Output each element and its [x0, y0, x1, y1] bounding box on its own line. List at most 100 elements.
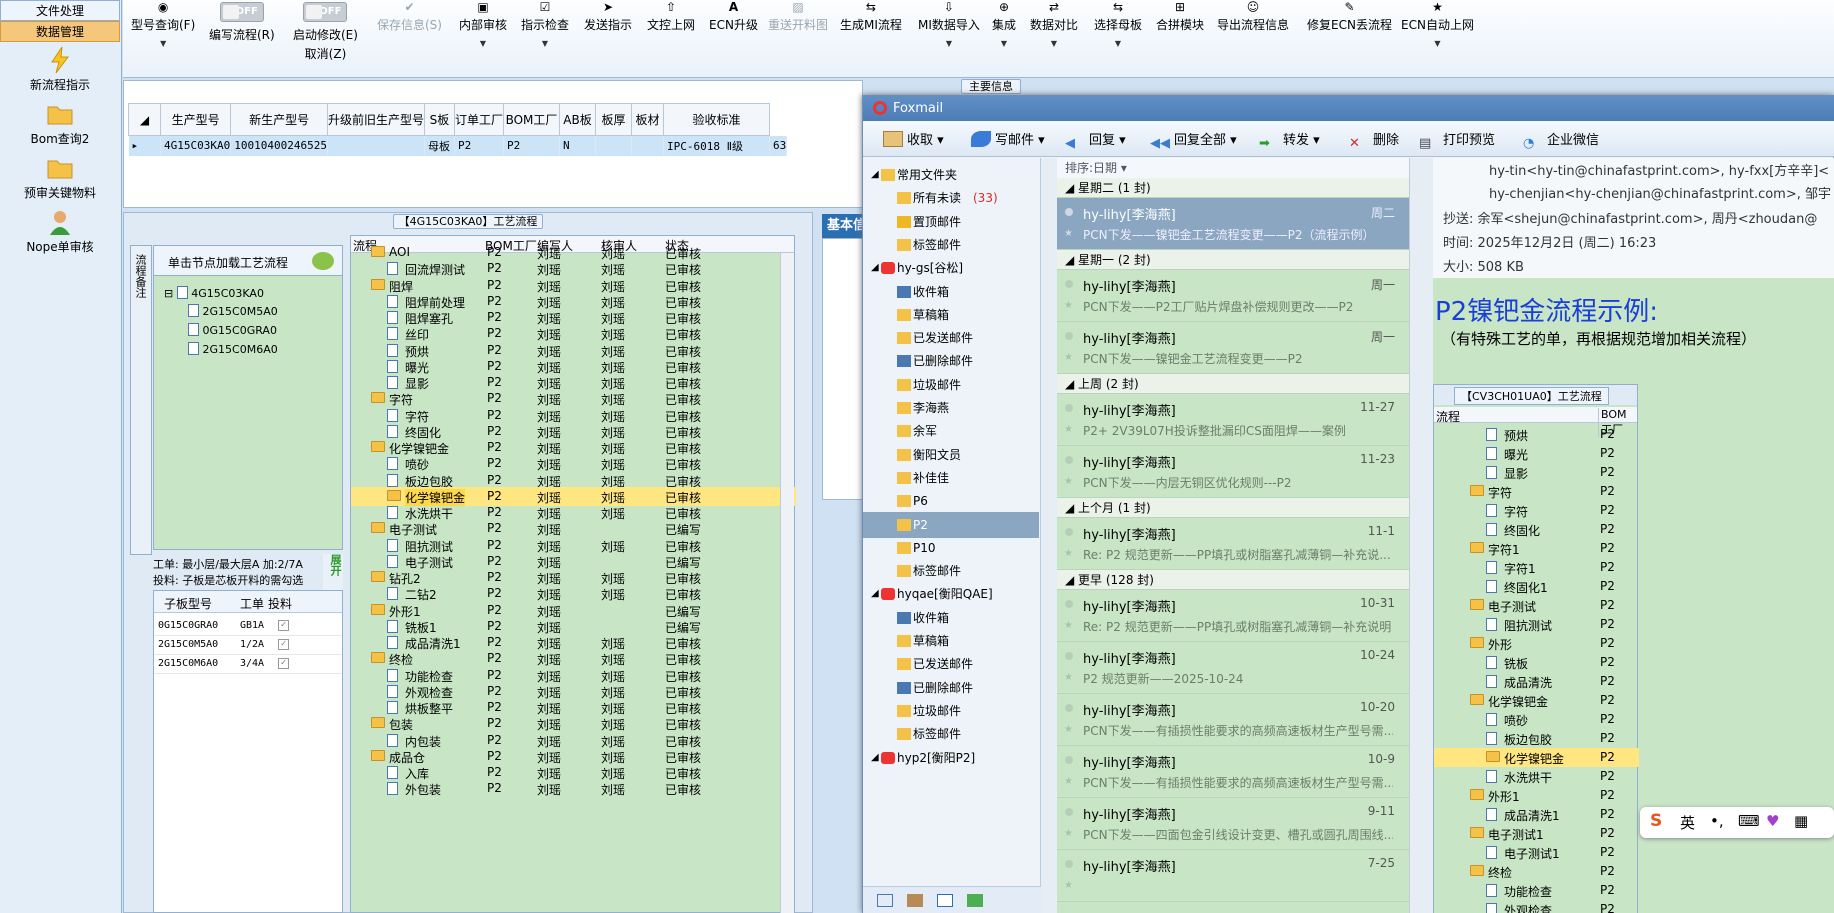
folder-item[interactable]: 补佳佳 — [863, 465, 1039, 491]
mail-view-icon[interactable] — [877, 894, 893, 907]
file-menu-header[interactable]: 文件处理 — [0, 0, 120, 21]
table-row[interactable]: 外包装 P2 刘瑶 刘瑶 已审核 — [351, 779, 796, 798]
mail-item[interactable]: ★ hy-lihy[李海燕] PCN下发——镍钯金工艺流程变更——P2（流程示例） 周… — [1057, 198, 1409, 250]
folder-item[interactable]: P6 — [863, 488, 1039, 514]
data-compare-button[interactable]: ⇄ 数据对比 ▼ — [1030, 0, 1078, 64]
check-instruction-button[interactable]: ☑ 指示检查 ▼ — [521, 0, 569, 64]
folder-item[interactable]: 衡阳文员 — [863, 442, 1039, 468]
folder-item[interactable]: 收件箱 — [863, 605, 1039, 631]
chat-icon[interactable] — [312, 252, 334, 270]
flag-star-icon[interactable]: ★ — [1064, 620, 1073, 631]
mail-item[interactable]: ★ hy-lihy[李海燕] PCN下发——有插损性能要求的高频高速板材生产型号需.… — [1057, 694, 1409, 746]
table-row[interactable]: ▸ 4G15C03KA0 10010400246525 母板 P2 P2 N IPC-601… — [128, 135, 788, 156]
folder-item[interactable]: 草稿箱 — [863, 628, 1039, 654]
ime-keyboard-icon[interactable]: ⌨ — [1738, 812, 1760, 830]
flag-star-icon[interactable]: ★ — [1064, 724, 1073, 735]
folder-item[interactable]: P2 — [863, 511, 1039, 538]
expand-arrow-icon[interactable]: ◢ — [871, 745, 879, 771]
nav-item-nope-review[interactable]: Nope单审核 — [0, 204, 120, 258]
flag-star-icon[interactable]: ★ — [1064, 352, 1073, 363]
column-header[interactable]: 子板型号 — [164, 595, 212, 612]
column-header[interactable]: 板材 — [630, 103, 664, 136]
ime-punct-icon[interactable]: •, — [1710, 812, 1724, 830]
column-header[interactable]: AB板 — [558, 103, 596, 136]
folder-item[interactable]: 李海燕 — [863, 395, 1039, 421]
mail-item[interactable]: ★ hy-lihy[李海燕] PCN下发——P2工厂贴片焊盘补偿规则更改——P2 周一 — [1057, 270, 1409, 322]
column-header[interactable]: BOM工厂 — [502, 103, 560, 136]
folder-item[interactable]: ◢ hy-gs[谷松] — [863, 255, 1039, 281]
vertical-scrollbar[interactable] — [780, 253, 794, 913]
mail-item[interactable]: ★ hy-lihy[李海燕] PCN下发——四面包金引线设计变更、槽孔或圆孔周围线.… — [1057, 798, 1409, 850]
ecn-auto-publish-button[interactable]: ★ ECN自动上网 ▼ — [1401, 0, 1474, 64]
mail-group-header[interactable]: ◢ 星期一 (2 封) — [1057, 250, 1409, 270]
table-row[interactable]: 0G15C0GRA0 GB1A ✓ — [154, 617, 342, 636]
column-header[interactable]: 升级前旧生产型号 — [326, 103, 425, 136]
mi-import-button[interactable]: ⇩ MI数据导入 ▼ — [918, 0, 980, 64]
reply-all-button[interactable]: ◀◀ 回复全部 ▾ — [1150, 129, 1237, 152]
folder-item[interactable]: 置顶邮件 — [863, 209, 1039, 235]
sort-selector[interactable]: 排序:日期 ▾ — [1057, 158, 1409, 178]
reply-button[interactable]: ◀ 回复 ▾ — [1065, 129, 1126, 152]
ime-logo-icon[interactable]: S — [1650, 811, 1662, 831]
column-header[interactable]: 订单工厂 — [453, 103, 504, 136]
mail-group-header[interactable]: ◢ 更早 (128 封) — [1057, 570, 1409, 590]
tree-child-node[interactable]: 2G15C0M5A0 — [188, 304, 278, 318]
cancel-edit-label[interactable]: 取消(Z) — [293, 45, 358, 62]
mail-item[interactable]: ★ hy-lihy[李海燕] 7-25 — [1057, 850, 1409, 902]
tree-child-node[interactable]: 0G15C0GRA0 — [188, 323, 277, 337]
flag-star-icon[interactable]: ★ — [1064, 228, 1073, 239]
table-row[interactable]: 2G15C0M5A0 1/2A ✓ — [154, 636, 342, 655]
integrate-button[interactable]: ⊕ 集成 ▼ — [992, 0, 1016, 64]
folder-item[interactable]: 草稿箱 — [863, 302, 1039, 328]
folder-item[interactable]: 标签邮件 — [863, 721, 1039, 747]
folder-item[interactable]: 标签邮件 — [863, 232, 1039, 258]
column-header[interactable]: 新生产型号 — [230, 103, 328, 136]
write-flow-toggle[interactable]: OFF 编写流程(R) — [209, 0, 275, 64]
folder-item[interactable]: 已发送邮件 — [863, 651, 1039, 677]
receive-button[interactable]: 收取 ▾ — [883, 129, 944, 148]
folder-item[interactable]: ◢ 常用文件夹 — [863, 162, 1039, 188]
toggle-switch[interactable]: OFF — [219, 2, 264, 22]
folder-item[interactable]: 已删除邮件 — [863, 348, 1039, 374]
wecom-button[interactable]: ◔ 企业微信 — [1523, 129, 1599, 152]
column-header[interactable]: S板 — [423, 103, 455, 136]
mail-item[interactable]: ★ hy-lihy[李海燕] Re: P2 规范更新——PP填孔或树脂塞孔减薄铜—补… — [1057, 590, 1409, 642]
mail-item[interactable]: ★ hy-lihy[李海燕] P2+ 2V39L07H投诉整批漏印CS面阻焊——案例… — [1057, 394, 1409, 446]
flag-star-icon[interactable]: ★ — [1064, 672, 1073, 683]
folder-item[interactable]: 已删除邮件 — [863, 675, 1039, 701]
toggle-switch[interactable]: OFF — [303, 2, 348, 22]
ecn-upgrade-button[interactable]: A ECN升级 — [709, 0, 758, 64]
expand-button[interactable]: 展开 — [323, 554, 343, 590]
tree-child-node[interactable]: 2G15C0M6A0 — [188, 342, 278, 356]
ime-skin-icon[interactable]: ♥ — [1766, 812, 1779, 830]
column-header[interactable]: 工单 — [240, 595, 264, 612]
start-edit-toggle[interactable]: OFF 启动修改(E) 取消(Z) — [293, 0, 358, 64]
contacts-icon[interactable] — [907, 894, 923, 907]
basic-info-tab[interactable]: 基本信 — [822, 214, 867, 238]
flag-star-icon[interactable]: ★ — [1064, 776, 1073, 787]
nav-item-key-materials[interactable]: 预审关键物料 — [0, 150, 120, 204]
feed-checkbox[interactable]: ✓ — [278, 620, 289, 631]
expand-arrow-icon[interactable]: ◢ — [871, 162, 879, 188]
print-preview-button[interactable]: ▤ 打印预览 — [1419, 129, 1495, 152]
folder-item[interactable]: 垃圾邮件 — [863, 372, 1039, 398]
column-header[interactable]: 生产型号 — [159, 103, 232, 136]
flag-star-icon[interactable]: ★ — [1064, 828, 1073, 839]
mail-group-header[interactable]: ◢ 上个月 (1 封) — [1057, 498, 1409, 518]
expand-arrow-icon[interactable]: ◢ — [871, 581, 879, 607]
nav-item-bom-query[interactable]: Bom查询2 — [0, 96, 120, 150]
model-query-button[interactable]: ◉ 型号查询(F) ▼ — [131, 0, 195, 64]
publish-online-button[interactable]: ⇧ 文控上网 — [647, 0, 695, 64]
forward-button[interactable]: ➡ 转发 ▾ — [1259, 129, 1320, 152]
feed-checkbox[interactable]: ✓ — [278, 658, 289, 669]
flow-notes-tab[interactable]: 流程备注 — [130, 245, 152, 555]
list-scrollbar[interactable] — [1409, 158, 1433, 913]
flag-star-icon[interactable]: ★ — [1064, 300, 1073, 311]
folder-item[interactable]: 收件箱 — [863, 279, 1039, 305]
repair-ecn-button[interactable]: ✎ 修复ECN丢流程 — [1307, 0, 1392, 64]
folder-item[interactable]: 垃圾邮件 — [863, 698, 1039, 724]
notes-icon[interactable] — [967, 894, 983, 907]
resend-cutting-button[interactable]: ▨ 重送开料图 — [768, 0, 828, 64]
folder-item[interactable]: 余军 — [863, 418, 1039, 444]
column-header[interactable]: 板厚 — [594, 103, 632, 136]
